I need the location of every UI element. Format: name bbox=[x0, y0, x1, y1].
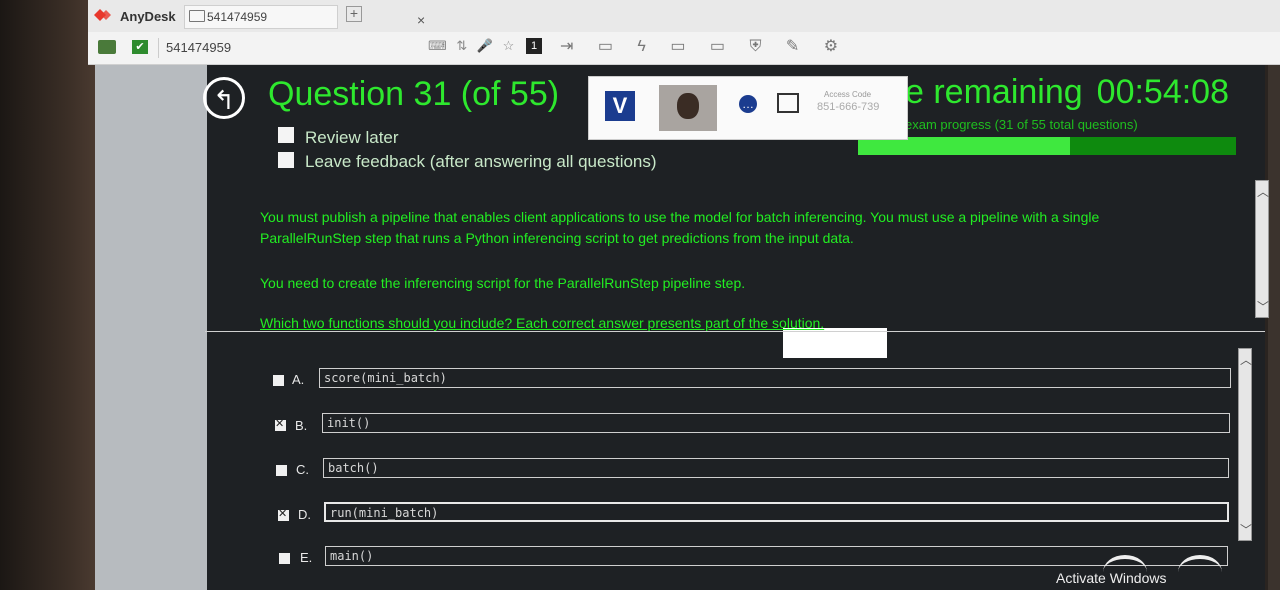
time-remaining-value: 00:54:08 bbox=[1096, 73, 1230, 111]
remote-id: 541474959 bbox=[166, 40, 232, 55]
leave-feedback-checkbox[interactable] bbox=[278, 152, 294, 168]
session-tab[interactable]: 541474959 × bbox=[184, 5, 425, 29]
option-d-box[interactable]: run(mini_batch) bbox=[324, 502, 1229, 522]
option-b-checkbox[interactable] bbox=[275, 417, 286, 431]
option-e-letter: E. bbox=[300, 550, 313, 565]
review-later-label: Review later bbox=[305, 128, 399, 147]
verified-icon: ✔ bbox=[132, 40, 148, 54]
connection-icon[interactable] bbox=[98, 40, 116, 54]
exam-progress-bar bbox=[858, 137, 1236, 155]
question-stem-2: You need to create the inferencing scrip… bbox=[260, 275, 746, 291]
stem-scrollbar[interactable]: ︿ ﹀ bbox=[1255, 180, 1269, 318]
option-b-box[interactable]: init() bbox=[322, 413, 1230, 433]
access-code-value: 851-666-739 bbox=[817, 101, 880, 113]
option-a-code: score(mini_batch) bbox=[324, 371, 447, 385]
notes-icon[interactable] bbox=[777, 93, 799, 113]
option-e-box[interactable]: main() bbox=[325, 546, 1228, 566]
option-d-code: run(mini_batch) bbox=[330, 506, 439, 520]
chat-icon[interactable]: … bbox=[739, 95, 757, 113]
toolbar-right-icons[interactable]: ⇥ ▭ ϟ ▭ ▭ ⛨ ✎ ⚙ bbox=[560, 36, 848, 56]
scroll-up-icon[interactable]: ︿ bbox=[1257, 183, 1269, 200]
review-later-checkbox[interactable] bbox=[278, 127, 294, 143]
scroll-down-icon[interactable]: ﹀ bbox=[1257, 298, 1269, 315]
monitor-icon bbox=[189, 10, 205, 22]
monitor-bezel-right bbox=[1268, 0, 1280, 590]
option-d-letter: D. bbox=[298, 507, 311, 522]
time-remaining-label: e remaining bbox=[905, 73, 1083, 111]
access-code-label: Access Code bbox=[824, 90, 872, 99]
toolbar-left-icons[interactable]: ⌨ ⇅ 🎤 ☆ bbox=[428, 38, 517, 54]
scroll-down-icon[interactable]: ﹀ bbox=[1240, 521, 1252, 538]
question-stem-1: You must publish a pipeline that enables… bbox=[260, 209, 1100, 246]
time-remaining: e remaining 00:54:08 bbox=[905, 73, 1229, 112]
back-arrow-icon: ↰ bbox=[213, 85, 235, 115]
anydesk-brand: AnyDesk bbox=[120, 9, 176, 24]
taskbar-arc-icon-2 bbox=[1178, 555, 1222, 589]
close-tab-icon[interactable]: × bbox=[417, 12, 425, 28]
option-d-checkbox[interactable] bbox=[278, 507, 289, 521]
section-divider bbox=[205, 331, 1265, 332]
proctor-toolbar: V … Access Code 851-666-739 bbox=[588, 76, 908, 140]
option-a-box[interactable]: score(mini_batch) bbox=[319, 368, 1231, 388]
option-b-code: init() bbox=[327, 416, 371, 430]
question-title: Question 31 (of 55) bbox=[268, 75, 560, 113]
scroll-up-icon[interactable]: ︿ bbox=[1240, 351, 1252, 368]
webcam-person bbox=[677, 93, 699, 119]
session-tab-label: 541474959 bbox=[207, 10, 268, 24]
option-c-letter: C. bbox=[296, 462, 309, 477]
anydesk-logo-icon bbox=[94, 9, 111, 21]
answers-scrollbar[interactable]: ︿ ﹀ bbox=[1238, 348, 1252, 541]
exam-window: ↰ Question 31 (of 55) Review later Leave… bbox=[95, 65, 1269, 590]
leave-feedback-label: Leave feedback (after answering all ques… bbox=[305, 152, 657, 171]
option-e-checkbox[interactable] bbox=[279, 553, 290, 564]
new-tab-button[interactable]: + bbox=[346, 6, 362, 22]
option-a-checkbox[interactable] bbox=[273, 375, 284, 386]
exam-side-panel bbox=[95, 65, 207, 590]
exam-progress-label: exam progress (31 of 55 total questions) bbox=[905, 117, 1138, 132]
activate-windows-watermark: Activate Windows bbox=[1056, 570, 1167, 586]
option-b-letter: B. bbox=[295, 418, 308, 433]
toolbar-divider bbox=[158, 38, 159, 58]
option-a-letter: A. bbox=[292, 372, 305, 387]
anydesk-tabbar: AnyDesk 541474959 × + bbox=[88, 0, 1280, 32]
back-button[interactable]: ↰ bbox=[203, 77, 245, 119]
anydesk-toolbar: ✔ 541474959 ⌨ ⇅ 🎤 ☆ 1 ⇥ ▭ ϟ ▭ ▭ ⛨ ✎ ⚙ bbox=[88, 32, 1280, 65]
proctor-logo: V bbox=[605, 91, 635, 121]
option-c-box[interactable]: batch() bbox=[323, 458, 1229, 478]
option-e-code: main() bbox=[330, 549, 374, 563]
monitor-select-button[interactable]: 1 bbox=[526, 38, 542, 54]
option-c-code: batch() bbox=[328, 461, 379, 475]
option-c-checkbox[interactable] bbox=[276, 465, 287, 476]
webcam-preview bbox=[659, 85, 717, 131]
monitor-bezel bbox=[0, 0, 95, 590]
